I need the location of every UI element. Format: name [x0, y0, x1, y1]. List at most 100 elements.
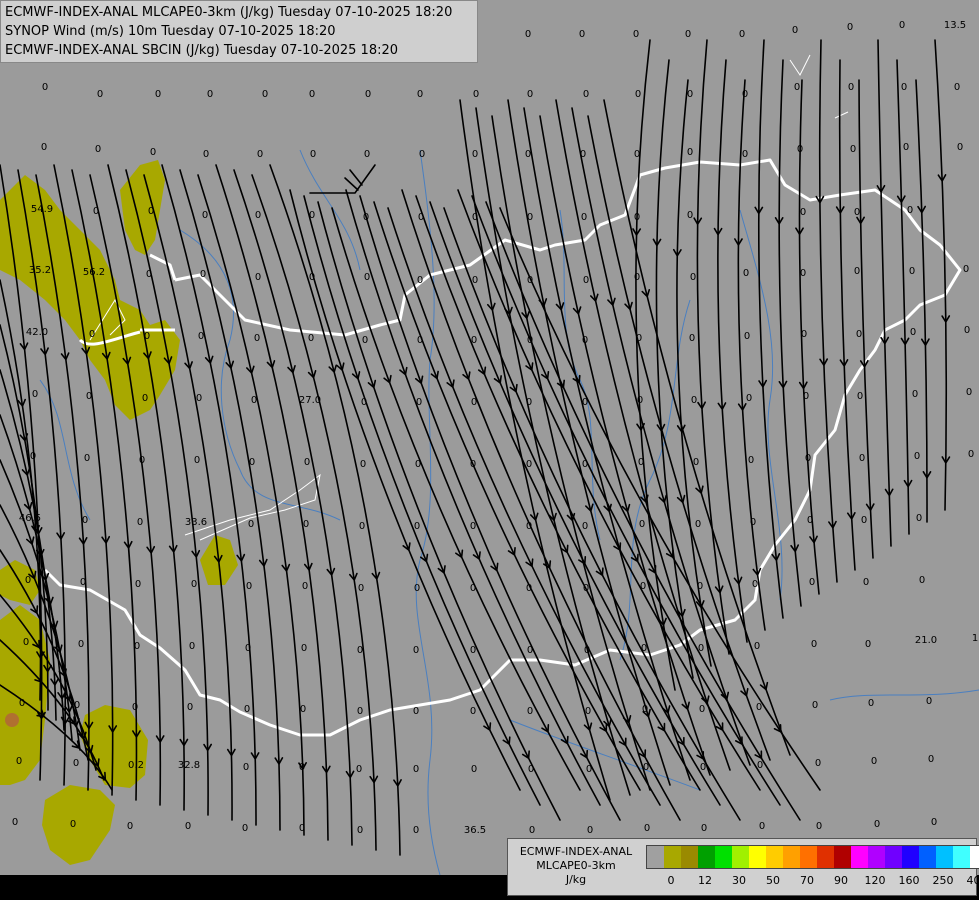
legend-swatch — [698, 846, 715, 868]
station-value: 0 — [80, 577, 86, 588]
station-value: 0 — [358, 583, 364, 594]
station-value: 35.2 — [29, 265, 51, 276]
legend-tick-label: 30 — [732, 874, 746, 887]
station-value: 0 — [903, 142, 909, 153]
station-value: 0 — [797, 144, 803, 155]
legend-swatch — [732, 846, 749, 868]
station-value: 0 — [254, 333, 260, 344]
station-value: 0 — [526, 521, 532, 532]
station-value: 36.5 — [464, 825, 486, 836]
station-value: 0 — [42, 82, 48, 93]
station-value: 0 — [861, 515, 867, 526]
station-value: 0 — [414, 521, 420, 532]
station-value: 0 — [303, 519, 309, 530]
station-value: 0 — [309, 210, 315, 221]
station-value: 0 — [304, 457, 310, 468]
legend-swatch — [868, 846, 885, 868]
header-line-wind: SYNOP Wind (m/s) 10m Tuesday 07-10-2025 … — [5, 24, 336, 39]
station-value: 0 — [301, 643, 307, 654]
legend-title-line1: ECMWF-INDEX-ANAL — [519, 845, 633, 858]
station-value: 21.0 — [915, 635, 937, 646]
legend-swatch — [834, 846, 851, 868]
station-value: 0 — [803, 391, 809, 402]
station-value: 0 — [137, 517, 143, 528]
station-value: 0 — [19, 698, 25, 709]
station-value: 0 — [139, 455, 145, 466]
station-value: 0 — [41, 142, 47, 153]
station-value: 0 — [957, 142, 963, 153]
station-value: 0 — [580, 149, 586, 160]
station-value: 0 — [243, 762, 249, 773]
station-value: 0 — [144, 331, 150, 342]
station-value: 0 — [93, 206, 99, 217]
station-value: 0 — [97, 89, 103, 100]
station-value: 0 — [638, 457, 644, 468]
station-value: 0 — [12, 817, 18, 828]
station-value: 0 — [362, 335, 368, 346]
station-value: 0 — [472, 149, 478, 160]
station-value: 0 — [365, 89, 371, 100]
station-value: 0 — [968, 449, 974, 460]
station-value: 0 — [687, 89, 693, 100]
legend-swatch — [919, 846, 936, 868]
station-value: 0 — [748, 455, 754, 466]
station-value: 0 — [23, 637, 29, 648]
station-value: 0 — [863, 577, 869, 588]
station-value: 0 — [583, 275, 589, 286]
station-value: 0 — [582, 459, 588, 470]
station-value: 0 — [84, 453, 90, 464]
station-value: 54.9 — [31, 204, 53, 215]
station-value: 0 — [246, 581, 252, 592]
station-value: 0 — [95, 144, 101, 155]
station-value: 0 — [690, 272, 696, 283]
legend-tick-label: 90 — [834, 874, 848, 887]
station-value: 0 — [698, 643, 704, 654]
station-value: 0 — [245, 643, 251, 654]
station-value: 0 — [471, 335, 477, 346]
station-value: 0 — [299, 823, 305, 834]
station-value: 0 — [185, 821, 191, 832]
station-value: 0 — [529, 825, 535, 836]
station-value: 0 — [73, 758, 79, 769]
legend-swatch — [647, 846, 664, 868]
legend-tick-label: 70 — [800, 874, 814, 887]
station-value: 0 — [687, 210, 693, 221]
station-value: 0 — [200, 269, 206, 280]
station-value: 0 — [583, 583, 589, 594]
station-value: 0 — [757, 760, 763, 771]
station-value: 0 — [854, 207, 860, 218]
station-value: 0 — [357, 706, 363, 717]
station-value: 0 — [919, 575, 925, 586]
station-value: 0 — [634, 272, 640, 283]
station-value: 0 — [739, 29, 745, 40]
station-value: 0 — [964, 325, 970, 336]
station-value: 13.5 — [944, 20, 966, 31]
station-value: 0 — [871, 756, 877, 767]
station-value: 0 — [759, 821, 765, 832]
station-value: 0 — [255, 272, 261, 283]
station-value: 0 — [640, 581, 646, 592]
station-value: 0 — [471, 397, 477, 408]
station-value: 0 — [203, 149, 209, 160]
header-line-cin: ECMWF-INDEX-ANAL SBCIN (J/kg) Tuesday 07… — [5, 43, 399, 58]
station-value: 0 — [527, 706, 533, 717]
color-legend: ECMWF-INDEX-ANAL MLCAPE0-3km J/kg 0 12 30 5… — [507, 838, 979, 896]
station-value: 42.0 — [26, 327, 48, 338]
station-value: 0 — [132, 702, 138, 713]
legend-tick-label: 12 — [698, 874, 712, 887]
station-value: 0 — [859, 453, 865, 464]
station-value: 0 — [792, 25, 798, 36]
legend-swatch — [817, 846, 834, 868]
station-value: 0 — [527, 645, 533, 656]
station-value: 0 — [86, 391, 92, 402]
station-value: 0 — [309, 272, 315, 283]
station-value: 0 — [746, 393, 752, 404]
legend-tick-label: 0 — [667, 874, 675, 887]
legend-tick-label: 250 — [932, 874, 954, 887]
station-value: 0 — [931, 817, 937, 828]
legend-swatch — [902, 846, 919, 868]
station-value: 0 — [299, 762, 305, 773]
station-value: 0 — [585, 706, 591, 717]
station-value: 0 — [357, 645, 363, 656]
station-value: 0 — [584, 645, 590, 656]
